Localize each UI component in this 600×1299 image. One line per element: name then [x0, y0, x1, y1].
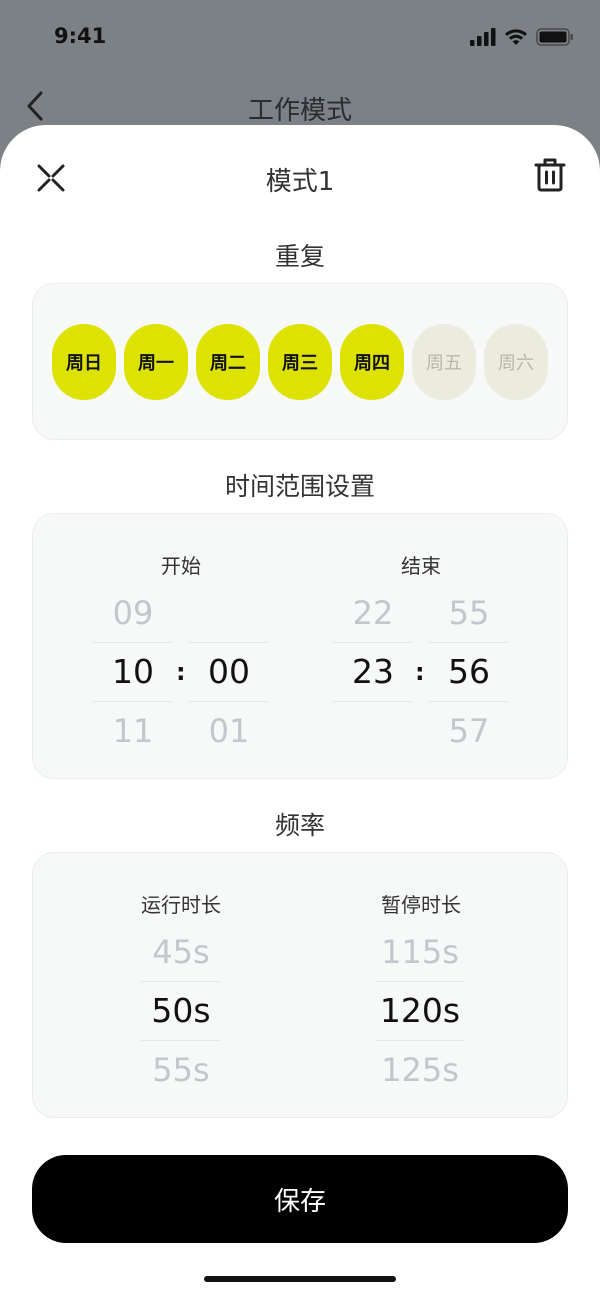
- battery-icon: [536, 28, 573, 46]
- trash-icon[interactable]: [534, 157, 566, 193]
- pause-duration-wheel[interactable]: 115s 120s 125s: [375, 923, 465, 1099]
- weekday-chip[interactable]: 周四: [340, 323, 404, 400]
- status-bar: 9:41: [0, 0, 600, 70]
- weekday-selector: 周日 周一 周二 周三 周四 周五 周六: [33, 284, 567, 439]
- status-icons: [470, 26, 574, 48]
- wheel-next-value: 01: [208, 712, 250, 750]
- end-minute-wheel[interactable]: 55 56 57: [429, 584, 509, 760]
- wheel-selected-value: 00: [189, 642, 269, 702]
- time-range-section-title: 时间范围设置: [224, 472, 375, 501]
- time-separator: :: [415, 658, 425, 686]
- save-button[interactable]: 保存: [32, 1155, 568, 1243]
- wheel-selected-value: 120s: [375, 981, 465, 1041]
- start-hour-wheel[interactable]: 09 10 11: [93, 584, 173, 760]
- frequency-section-title: 频率: [274, 811, 325, 840]
- wheel-next-value: 55s: [152, 1051, 210, 1089]
- wheel-prev-value: 45s: [152, 933, 210, 971]
- wheel-prev-value: 22: [352, 594, 394, 632]
- wheel-prev-value: 55: [448, 594, 490, 632]
- weekday-chip[interactable]: 周五: [412, 323, 476, 400]
- weekday-chip[interactable]: 周日: [52, 323, 116, 400]
- end-hour-wheel[interactable]: 22 23: [333, 584, 413, 760]
- start-label: 开始: [161, 554, 201, 578]
- weekday-chip[interactable]: 周六: [484, 323, 548, 400]
- start-minute-wheel[interactable]: 00 01: [189, 584, 269, 760]
- end-label: 结束: [401, 554, 441, 578]
- wheel-next-value: 11: [112, 712, 154, 750]
- background-page-title: 工作模式: [247, 96, 352, 126]
- mode-edit-sheet: 模式1 重复 周日 周一 周二 周三 周四 周五 周六 时间范围设置 开始 结束 09 10…: [0, 125, 600, 1299]
- run-duration-label: 运行时长: [141, 893, 221, 917]
- wheel-selected-value: 10: [93, 642, 173, 702]
- frequency-card: 运行时长 暂停时长 45s 50s 55s 115s 120s 125s: [32, 852, 568, 1118]
- wheel-next-value: 57: [448, 712, 490, 750]
- weekday-chip[interactable]: 周三: [268, 323, 332, 400]
- pause-duration-label: 暂停时长: [381, 893, 461, 917]
- wifi-icon: [505, 29, 527, 45]
- wheel-selected-value: 23: [333, 642, 413, 702]
- wheel-next-value: [333, 702, 413, 760]
- weekday-chip[interactable]: 周一: [124, 323, 188, 400]
- repeat-section-title: 重复: [274, 242, 325, 271]
- wheel-prev-value: 09: [112, 594, 154, 632]
- run-duration-wheel[interactable]: 45s 50s 55s: [141, 923, 221, 1099]
- wheel-prev-value: 115s: [381, 933, 459, 971]
- cellular-signal-icon: [470, 28, 496, 46]
- sheet-title: 模式1: [265, 167, 335, 197]
- time-separator: :: [176, 658, 186, 686]
- wheel-selected-value: 50s: [141, 981, 221, 1041]
- wheel-prev-value: [189, 584, 269, 642]
- wheel-selected-value: 56: [429, 642, 509, 702]
- wheel-next-value: 125s: [381, 1051, 459, 1089]
- repeat-days-card: 周日 周一 周二 周三 周四 周五 周六: [32, 283, 568, 440]
- time-range-card: 开始 结束 09 10 11 : 00 01 22 23 : 55 56 57: [32, 513, 568, 779]
- status-time: 9:41: [54, 24, 107, 48]
- home-indicator: [204, 1276, 396, 1282]
- weekday-chip[interactable]: 周二: [196, 323, 260, 400]
